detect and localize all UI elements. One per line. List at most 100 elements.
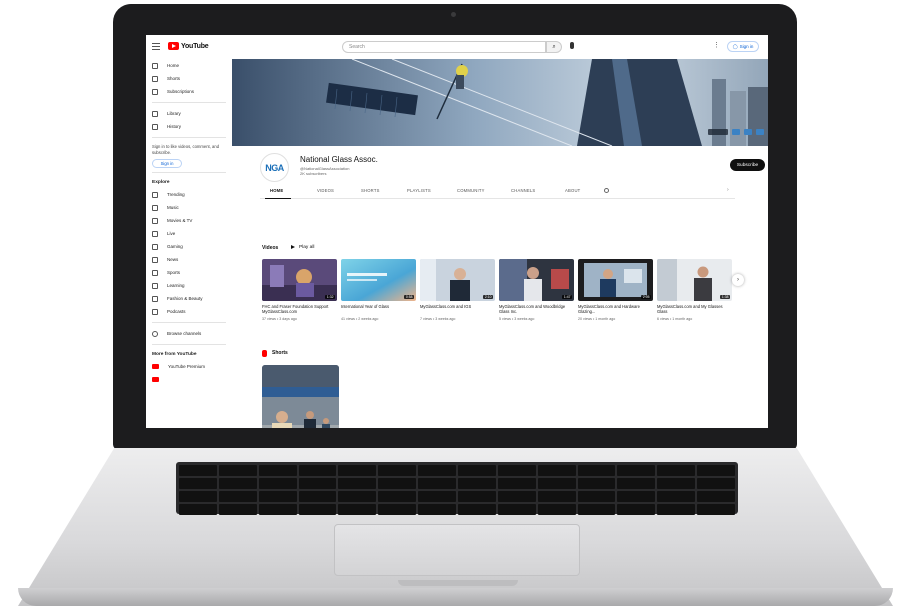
- laptop-keyboard: [176, 462, 738, 515]
- sidebar-item-trending[interactable]: Trending: [146, 188, 232, 201]
- laptop-mockup: YouTube Search ⌕ ⋮ ◯ Sign in Home Shorts: [0, 0, 909, 613]
- keyboard-key: [338, 491, 377, 502]
- tab-home[interactable]: HOME: [270, 188, 283, 193]
- sidebar-item-label: Home: [167, 63, 180, 68]
- sidebar-item-movies[interactable]: Movies & TV: [146, 214, 232, 227]
- video-title[interactable]: MyGlassClass.com and IGS: [420, 304, 495, 315]
- video-title[interactable]: MyGlassClass.com and My Glasses Glass: [657, 304, 732, 315]
- sign-in-button[interactable]: ◯ Sign in: [727, 41, 759, 52]
- sidebar-item-home[interactable]: Home: [146, 59, 232, 72]
- short-thumbnail[interactable]: [262, 365, 339, 428]
- channel-avatar[interactable]: NGA: [260, 153, 289, 182]
- video-duration: 2:10: [483, 295, 493, 299]
- webcam: [451, 12, 456, 17]
- youtube-logo[interactable]: YouTube: [168, 42, 209, 50]
- sign-in-label: Sign in: [739, 44, 754, 49]
- sidebar-sign-in-button[interactable]: Sign in: [152, 159, 182, 168]
- video-thumbnail[interactable]: 1:47: [499, 259, 574, 301]
- video-thumbnail[interactable]: 1:32: [262, 259, 337, 301]
- music-icon: [152, 204, 158, 211]
- live-icon: [152, 230, 158, 237]
- sidebar-item-live[interactable]: Live: [146, 227, 232, 240]
- sidebar-divider: [152, 344, 226, 345]
- keyboard-key: [258, 478, 297, 489]
- keyboard-key: [258, 504, 297, 515]
- videos-section-title[interactable]: Videos: [262, 245, 278, 251]
- video-thumbnail[interactable]: 2:10: [420, 259, 495, 301]
- tab-playlists[interactable]: PLAYLISTS: [407, 188, 431, 193]
- sidebar-item-gaming[interactable]: Gaming: [146, 240, 232, 253]
- keyboard-key: [258, 491, 297, 502]
- video-thumbnail[interactable]: 1:38: [657, 259, 732, 301]
- sidebar-item-history[interactable]: History: [146, 120, 232, 133]
- play-all-button[interactable]: Play all: [299, 245, 314, 250]
- sidebar-item-youtube-premium[interactable]: YouTube Premium: [146, 360, 232, 373]
- keyboard-key: [537, 465, 576, 476]
- sidebar-item-label: Music: [167, 205, 179, 210]
- tab-community[interactable]: COMMUNITY: [457, 188, 485, 193]
- more-from-youtube-heading: More from YouTube: [152, 352, 197, 357]
- shorts-section-title[interactable]: Shorts: [272, 350, 288, 356]
- sidebar-divider: [152, 322, 226, 323]
- video-card[interactable]: 1:47 MyGlassClass.com and Woodbridge Gla…: [499, 259, 574, 321]
- search-button[interactable]: ⌕: [546, 41, 562, 53]
- video-title[interactable]: MyGlassClass.com and Woodbridge Glass In…: [499, 304, 574, 315]
- video-card[interactable]: 1:32 FHC and Fraser Foundation Support M…: [262, 259, 337, 321]
- settings-more-icon[interactable]: ⋮: [713, 41, 720, 49]
- search-input[interactable]: Search: [342, 41, 546, 53]
- shorts-logo-icon: [262, 350, 267, 357]
- shelf-next-button[interactable]: ›: [732, 274, 744, 286]
- tab-videos[interactable]: VIDEOS: [317, 188, 334, 193]
- keyboard-key: [697, 478, 735, 489]
- mic-icon[interactable]: [570, 42, 574, 49]
- tab-shorts[interactable]: SHORTS: [361, 188, 380, 193]
- sidebar-item-label: Trending: [167, 192, 185, 197]
- video-card[interactable]: 2:10 MyGlassClass.com and IGS 7 views • …: [420, 259, 495, 321]
- explore-heading: Explore: [152, 180, 170, 185]
- video-thumbnail[interactable]: 0:58: [341, 259, 416, 301]
- video-card[interactable]: 0:58 International Year of Glass 41 view…: [341, 259, 416, 321]
- video-meta: 7 views • 3 weeks ago: [420, 316, 456, 321]
- sidebar-item-label: News: [167, 257, 179, 262]
- sidebar-item-subscriptions[interactable]: Subscriptions: [146, 85, 232, 98]
- channel-search-icon[interactable]: [604, 188, 609, 193]
- tab-channels[interactable]: CHANNELS: [511, 188, 535, 193]
- keyboard-key: [418, 504, 456, 515]
- video-title[interactable]: MyGlassClass.com and Hardware Glazing...: [578, 304, 653, 315]
- keyboard-key: [418, 491, 456, 502]
- keyboard-key: [378, 491, 417, 502]
- sidebar-item-browse-channels[interactable]: Browse channels: [146, 327, 232, 340]
- video-title[interactable]: International Year of Glass: [341, 304, 416, 315]
- keyboard-key: [179, 478, 217, 489]
- logo-text: YouTube: [181, 42, 209, 50]
- subscribe-button[interactable]: Subscribe: [730, 159, 765, 171]
- keyboard-key: [418, 478, 456, 489]
- sidebar-divider: [152, 172, 226, 173]
- video-card[interactable]: 2:05 MyGlassClass.com and Hardware Glazi…: [578, 259, 653, 321]
- keyboard-key: [298, 478, 337, 489]
- sidebar-item-sports[interactable]: Sports: [146, 266, 232, 279]
- tab-about[interactable]: ABOUT: [565, 188, 580, 193]
- sidebar-item-podcasts[interactable]: Podcasts: [146, 305, 232, 318]
- video-duration: 2:05: [641, 295, 651, 299]
- tabs-more-icon[interactable]: ›: [727, 187, 729, 193]
- sidebar-item-learning[interactable]: Learning: [146, 279, 232, 292]
- sidebar-item-fashion[interactable]: Fashion & Beauty: [146, 292, 232, 305]
- hamburger-menu-icon[interactable]: [152, 43, 160, 50]
- short-thumbnail-graphic: [262, 365, 339, 428]
- keyboard-key: [697, 504, 735, 515]
- sidebar-item-cut-off[interactable]: [146, 373, 232, 386]
- video-title[interactable]: FHC and Fraser Foundation Support MyGlas…: [262, 304, 337, 315]
- sidebar-item-music[interactable]: Music: [146, 201, 232, 214]
- sidebar-item-shorts[interactable]: Shorts: [146, 72, 232, 85]
- video-duration: 0:58: [404, 295, 414, 299]
- laptop-base-edge: [18, 588, 893, 606]
- sidebar-item-library[interactable]: Library: [146, 107, 232, 120]
- library-icon: [152, 110, 158, 117]
- video-thumbnail[interactable]: 2:05: [578, 259, 653, 301]
- sidebar-item-news[interactable]: News: [146, 253, 232, 266]
- keyboard-key: [617, 491, 656, 502]
- video-meta: 6 views • 1 month ago: [657, 316, 693, 321]
- keyboard-key: [537, 491, 576, 502]
- video-card[interactable]: 1:38 MyGlassClass.com and My Glasses Gla…: [657, 259, 732, 321]
